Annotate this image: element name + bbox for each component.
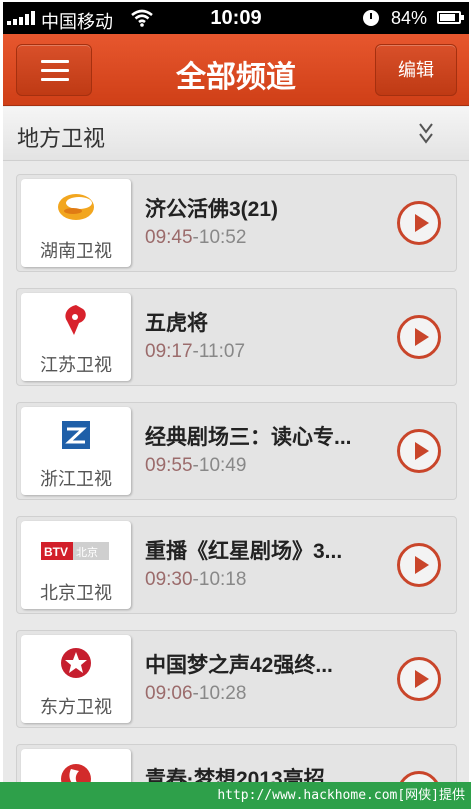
- double-chevron-down-icon[interactable]: [414, 121, 438, 149]
- hunan-tv-logo: [58, 194, 94, 220]
- program-title: 重播《红星剧场》3...: [145, 540, 343, 563]
- category-selector[interactable]: 地方卫视: [3, 107, 469, 161]
- channel-name: 北京卫视: [40, 583, 112, 603]
- program-end: -10:28: [192, 683, 247, 704]
- program-time: 09:17-11:07: [145, 341, 245, 363]
- channel-name: 江苏卫视: [40, 355, 112, 375]
- beijing-tv-logo: BTV 北京: [41, 542, 109, 560]
- zhejiang-tv-logo: [62, 421, 90, 449]
- svg-text:BTV: BTV: [44, 545, 68, 559]
- app-frame: 中国移动 10:09 84% 全部频道 编辑 地方卫视 湖南卫视 济公活佛3(2…: [3, 2, 469, 807]
- program-start: 09:06: [145, 683, 193, 704]
- channel-row[interactable]: 江苏卫视 五虎将 09:17-11:07: [16, 288, 457, 386]
- channel-logo-card: 浙江卫视: [21, 407, 131, 495]
- channel-name: 湖南卫视: [40, 241, 112, 261]
- channel-logo-card: 东方卫视: [21, 635, 131, 723]
- play-button[interactable]: [397, 429, 441, 473]
- edit-button[interactable]: 编辑: [375, 44, 457, 96]
- jiangsu-tv-logo: [65, 305, 86, 335]
- program-end: -10:52: [192, 227, 247, 248]
- program-start: 09:55: [145, 455, 193, 476]
- channel-logo-card: 湖南卫视: [21, 179, 131, 267]
- program-time: 09:55-10:49: [145, 455, 246, 477]
- alarm-clock-icon: [363, 10, 379, 26]
- dragon-tv-logo: [61, 648, 91, 678]
- channel-row[interactable]: 湖南卫视 济公活佛3(21) 09:45-10:52: [16, 174, 457, 272]
- channel-row[interactable]: 东方卫视 中国梦之声42强终... 09:06-10:28: [16, 630, 457, 728]
- channel-logo-card: BTV 北京 北京卫视: [21, 521, 131, 609]
- program-end: -10:49: [192, 455, 247, 476]
- channel-row[interactable]: 浙江卫视 经典剧场三：读心专... 09:55-10:49: [16, 402, 457, 500]
- channel-name: 东方卫视: [40, 697, 112, 717]
- program-title: 济公活佛3(21): [145, 198, 279, 221]
- battery-percent: 84%: [391, 8, 428, 28]
- program-start: 09:45: [145, 227, 193, 248]
- program-start: 09:30: [145, 569, 193, 590]
- nav-bar: 全部频道 编辑: [3, 34, 469, 106]
- program-title: 中国梦之声42强终...: [145, 654, 333, 677]
- program-time: 09:30-10:18: [145, 569, 246, 591]
- channel-logo-card: 江苏卫视: [21, 293, 131, 381]
- status-bar: 中国移动 10:09 84%: [3, 2, 469, 34]
- program-end: -11:07: [192, 341, 246, 362]
- program-time: 09:45-10:52: [145, 227, 246, 249]
- program-title: 经典剧场三：读心专...: [145, 426, 352, 449]
- channel-name: 浙江卫视: [40, 469, 112, 489]
- channel-row[interactable]: BTV 北京 北京卫视 重播《红星剧场》3... 09:30-10:18: [16, 516, 457, 614]
- program-end: -10:18: [192, 569, 247, 590]
- program-start: 09:17: [145, 341, 193, 362]
- watermark-banner: http://www.hackhome.com[网侠]提供: [0, 782, 471, 809]
- play-button[interactable]: [397, 201, 441, 245]
- program-title: 五虎将: [145, 312, 208, 335]
- play-button[interactable]: [397, 315, 441, 359]
- play-button[interactable]: [397, 543, 441, 587]
- svg-text:北京: 北京: [76, 545, 98, 559]
- program-time: 09:06-10:28: [145, 683, 246, 705]
- play-button[interactable]: [397, 657, 441, 701]
- category-label: 地方卫视: [17, 126, 106, 151]
- battery-icon: [437, 11, 464, 24]
